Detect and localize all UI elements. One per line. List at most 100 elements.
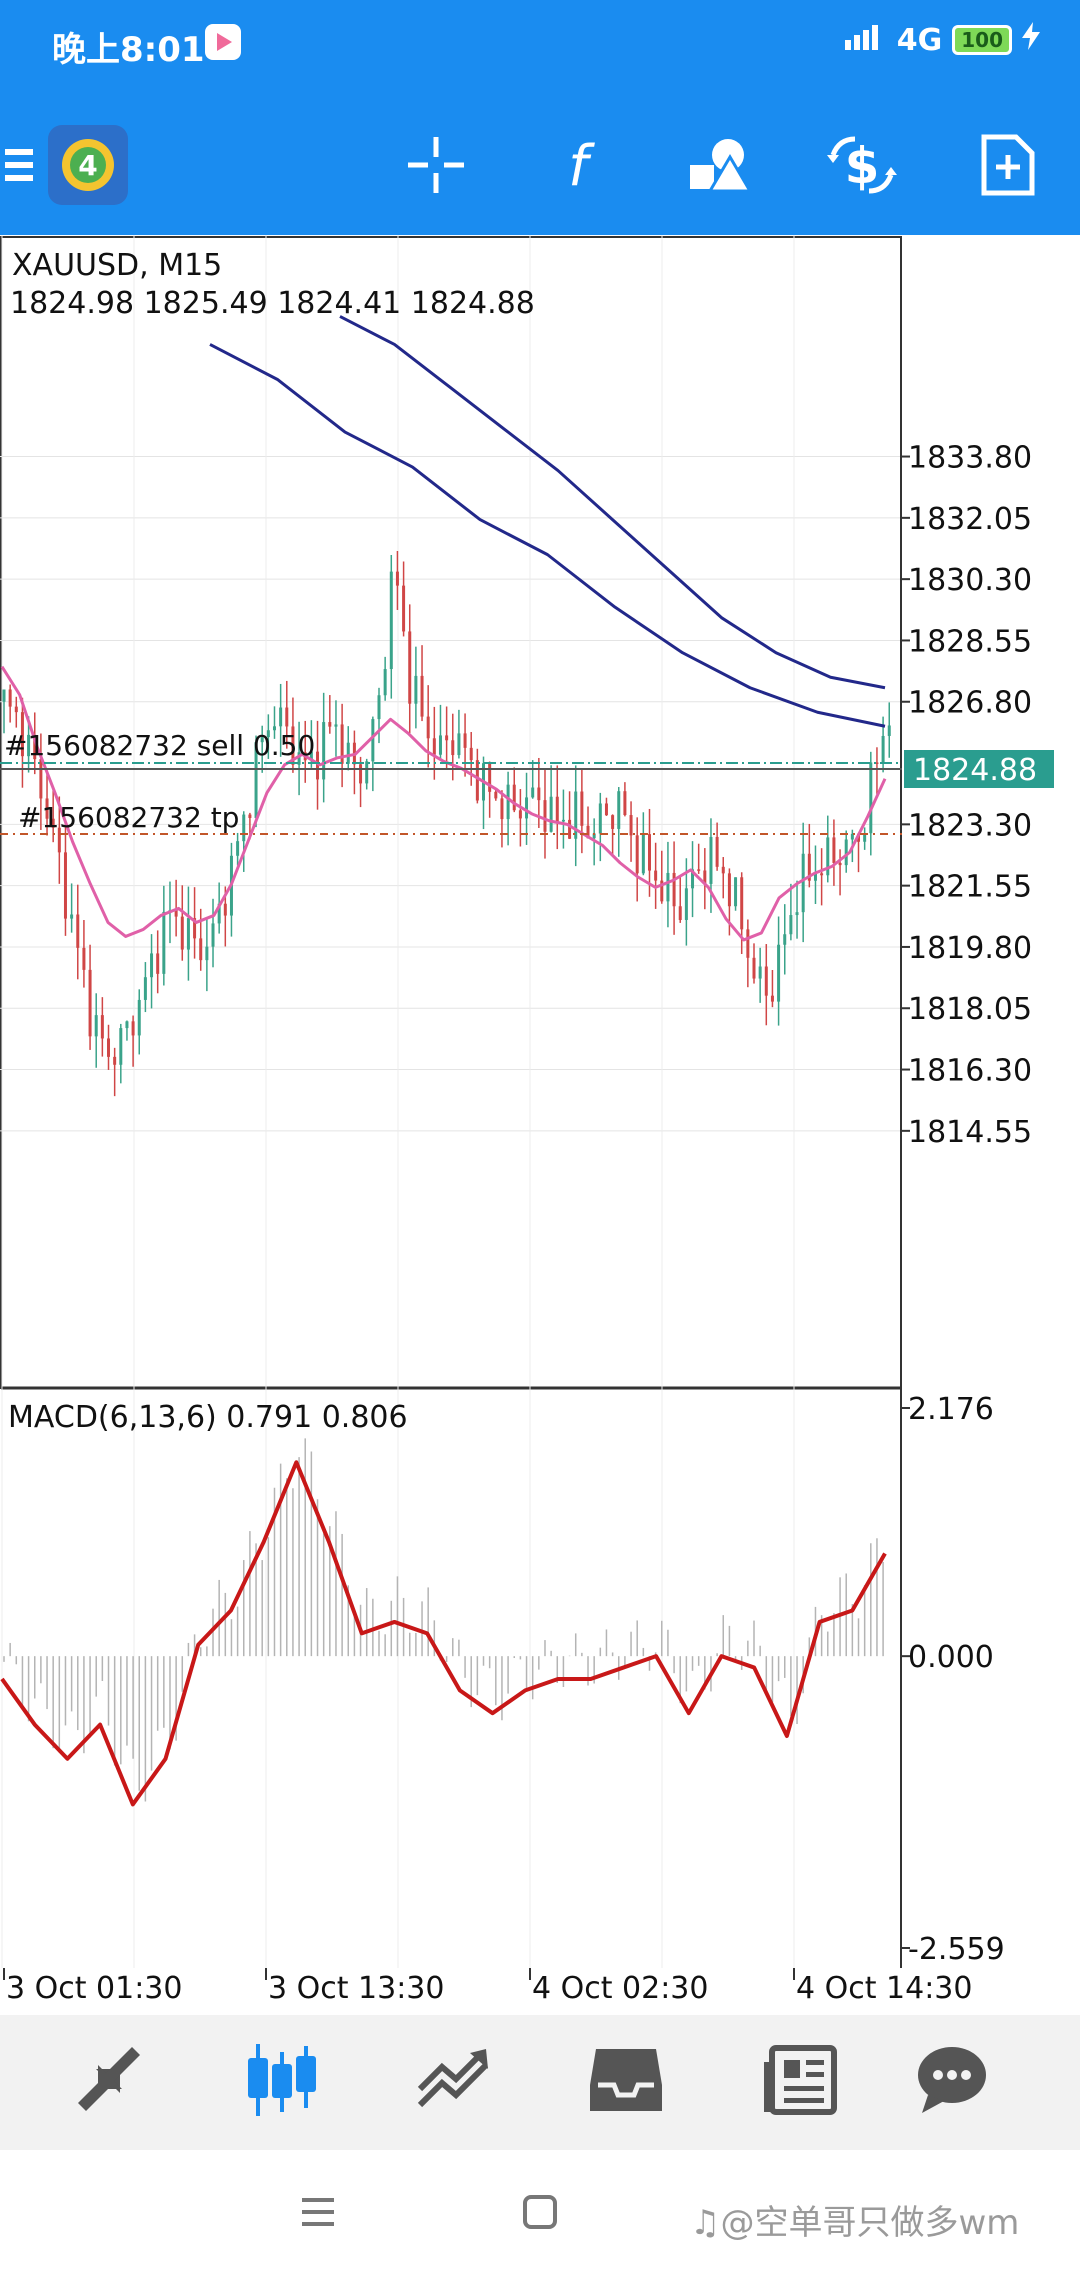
- dollar-arrows-icon[interactable]: $: [820, 123, 904, 207]
- price-chart[interactable]: #156082732 sell 0.50 #156082732 tp XAUUS…: [0, 235, 1080, 2015]
- ma-line-navy-fast: [209, 343, 886, 728]
- candle-body: [561, 819, 565, 822]
- candle-body: [832, 837, 836, 863]
- chart-tab-icon[interactable]: [232, 2035, 332, 2125]
- mt4-logo-icon[interactable]: 4: [46, 123, 130, 207]
- candle-body: [334, 724, 338, 727]
- bottom-navigation: [0, 2015, 1080, 2150]
- candle-body: [764, 966, 768, 996]
- candle-body: [654, 870, 658, 881]
- macd-tick-label: -2.559: [908, 1932, 1005, 1967]
- price-axis: 1833.80 1832.05 1830.30 1828.55 1826.80 1823.…: [900, 441, 1032, 1150]
- candle-body: [113, 1056, 117, 1065]
- candle-body: [100, 1015, 104, 1039]
- candle-body: [451, 740, 455, 756]
- candle-body: [88, 969, 92, 1037]
- chat-tab-icon[interactable]: [902, 2035, 1002, 2125]
- candle-body: [365, 761, 369, 784]
- candle-body: [641, 834, 645, 874]
- candle-body: [746, 929, 750, 958]
- status-bar: 晚上8:01 4G 100: [0, 0, 1080, 95]
- candle-body: [39, 759, 43, 799]
- candle-body: [506, 784, 510, 820]
- candle-body: [107, 1038, 111, 1057]
- status-indicators: 4G 100: [844, 22, 1040, 58]
- candle-body: [844, 839, 848, 866]
- recent-apps-icon[interactable]: [300, 2194, 336, 2234]
- candle-body: [150, 953, 154, 978]
- new-document-icon[interactable]: [966, 123, 1050, 207]
- candle-body: [795, 912, 799, 916]
- candle-body: [389, 571, 393, 670]
- candle-body: [346, 742, 350, 764]
- candle-body: [789, 915, 793, 935]
- candle-body: [512, 784, 516, 811]
- candle-body: [666, 872, 670, 902]
- candle-body: [371, 719, 375, 762]
- candle-body: [734, 877, 738, 907]
- candle-body: [568, 819, 572, 839]
- candle-body: [131, 1021, 135, 1036]
- shapes-icon[interactable]: [678, 123, 762, 207]
- macd-label: MACD(6,13,6) 0.791 0.806: [8, 1400, 408, 1435]
- candle-body: [758, 966, 762, 979]
- candle-body: [205, 946, 209, 961]
- quotes-tab-icon[interactable]: [58, 2035, 158, 2125]
- candle-body: [777, 944, 781, 1002]
- candle-body: [82, 947, 86, 970]
- price-tick-label: 1818.05: [908, 992, 1032, 1027]
- candle-body: [537, 787, 541, 801]
- candle-body: [617, 791, 621, 829]
- candle-body: [94, 1015, 98, 1037]
- candle-body: [432, 738, 436, 755]
- candle-body: [248, 814, 252, 818]
- function-icon[interactable]: f: [536, 123, 620, 207]
- news-tab-icon[interactable]: [750, 2035, 850, 2125]
- crosshair-icon[interactable]: [394, 123, 478, 207]
- candle-body: [623, 791, 627, 816]
- current-price-label: 1824.88: [913, 753, 1037, 788]
- ohlc-values: 1824.98 1825.49 1824.41 1824.88: [10, 286, 535, 321]
- signal-icon: [844, 23, 887, 58]
- candle-body: [838, 862, 842, 866]
- charging-icon: [1022, 22, 1040, 58]
- sell-order-label: #156082732 sell 0.50: [4, 729, 315, 762]
- candle-body: [500, 798, 504, 820]
- history-tab-icon[interactable]: [576, 2035, 676, 2125]
- home-icon[interactable]: [522, 2194, 558, 2234]
- candle-body: [598, 803, 602, 834]
- status-time: 晚上8:01: [52, 30, 205, 70]
- time-tick-label: 3 Oct 01:30: [6, 1971, 182, 2006]
- candle-body: [525, 797, 529, 819]
- candle-body: [445, 735, 449, 741]
- candle-body: [137, 999, 141, 1036]
- price-tick-label: 1819.80: [908, 931, 1032, 966]
- candle-body: [242, 814, 246, 842]
- candle-body: [604, 803, 608, 816]
- candle-body: [426, 716, 430, 739]
- watermark: ♫@空单哥只做多wm: [690, 2198, 1070, 2253]
- candle-body: [684, 888, 688, 920]
- svg-text:$: $: [845, 137, 880, 195]
- candle-body: [420, 675, 424, 717]
- candle-body: [463, 733, 467, 748]
- time-tick-label: 4 Oct 14:30: [796, 1971, 972, 2006]
- candle-body: [611, 815, 615, 829]
- candle-body: [709, 836, 713, 884]
- trade-tab-icon[interactable]: [404, 2035, 504, 2125]
- hamburger-icon[interactable]: [0, 123, 40, 207]
- candle-body: [727, 873, 731, 907]
- candle-body: [475, 760, 479, 801]
- candle-body: [740, 877, 744, 930]
- price-series: [0, 315, 891, 1097]
- macd-tick-label: 0.000: [908, 1640, 994, 1675]
- candle-body: [635, 835, 639, 874]
- candle-body: [395, 571, 399, 586]
- battery-level: 100: [952, 25, 1012, 55]
- candle-body: [285, 707, 289, 727]
- candle-body: [543, 800, 547, 832]
- price-tick-label: 1814.55: [908, 1115, 1032, 1150]
- chart-area[interactable]: #156082732 sell 0.50 #156082732 tp XAUUS…: [0, 235, 1080, 2015]
- candle-body: [279, 707, 283, 727]
- candle-body: [199, 938, 203, 961]
